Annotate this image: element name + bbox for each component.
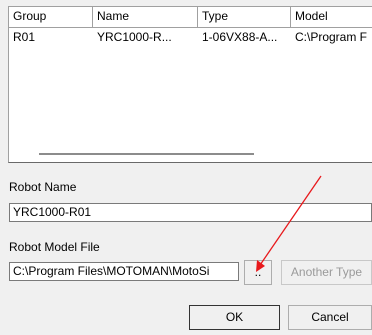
- robot-model-file-input[interactable]: C:\Program Files\MOTOMAN\MotoSi: [9, 262, 239, 281]
- cancel-button[interactable]: Cancel: [288, 305, 372, 330]
- horizontal-scrollbar[interactable]: [13, 149, 372, 159]
- list-header: Group Name Type Model: [9, 7, 372, 28]
- column-header-model[interactable]: Model: [291, 7, 372, 28]
- browse-button[interactable]: ..: [244, 260, 272, 285]
- row-group: R01: [13, 30, 36, 44]
- another-type-button[interactable]: Another Type: [281, 260, 372, 285]
- column-header-type[interactable]: Type: [198, 7, 291, 28]
- column-header-group[interactable]: Group: [9, 7, 93, 28]
- scrollbar-thumb[interactable]: [39, 153, 254, 155]
- ok-button[interactable]: OK: [189, 305, 280, 330]
- table-row[interactable]: R01 YRC1000-R... 1-06VX88-A... C:\Progra…: [9, 29, 372, 46]
- robot-model-file-label: Robot Model File: [9, 240, 100, 254]
- robot-list-view[interactable]: Group Name Type Model R01 YRC1000-R... 1…: [8, 6, 372, 163]
- robot-name-label: Robot Name: [9, 180, 77, 194]
- row-model: C:\Program F: [295, 30, 368, 44]
- row-name: YRC1000-R...: [97, 30, 172, 44]
- row-type: 1-06VX88-A...: [202, 30, 278, 44]
- column-header-name[interactable]: Name: [93, 7, 198, 28]
- robot-name-input[interactable]: YRC1000-R01: [9, 203, 372, 222]
